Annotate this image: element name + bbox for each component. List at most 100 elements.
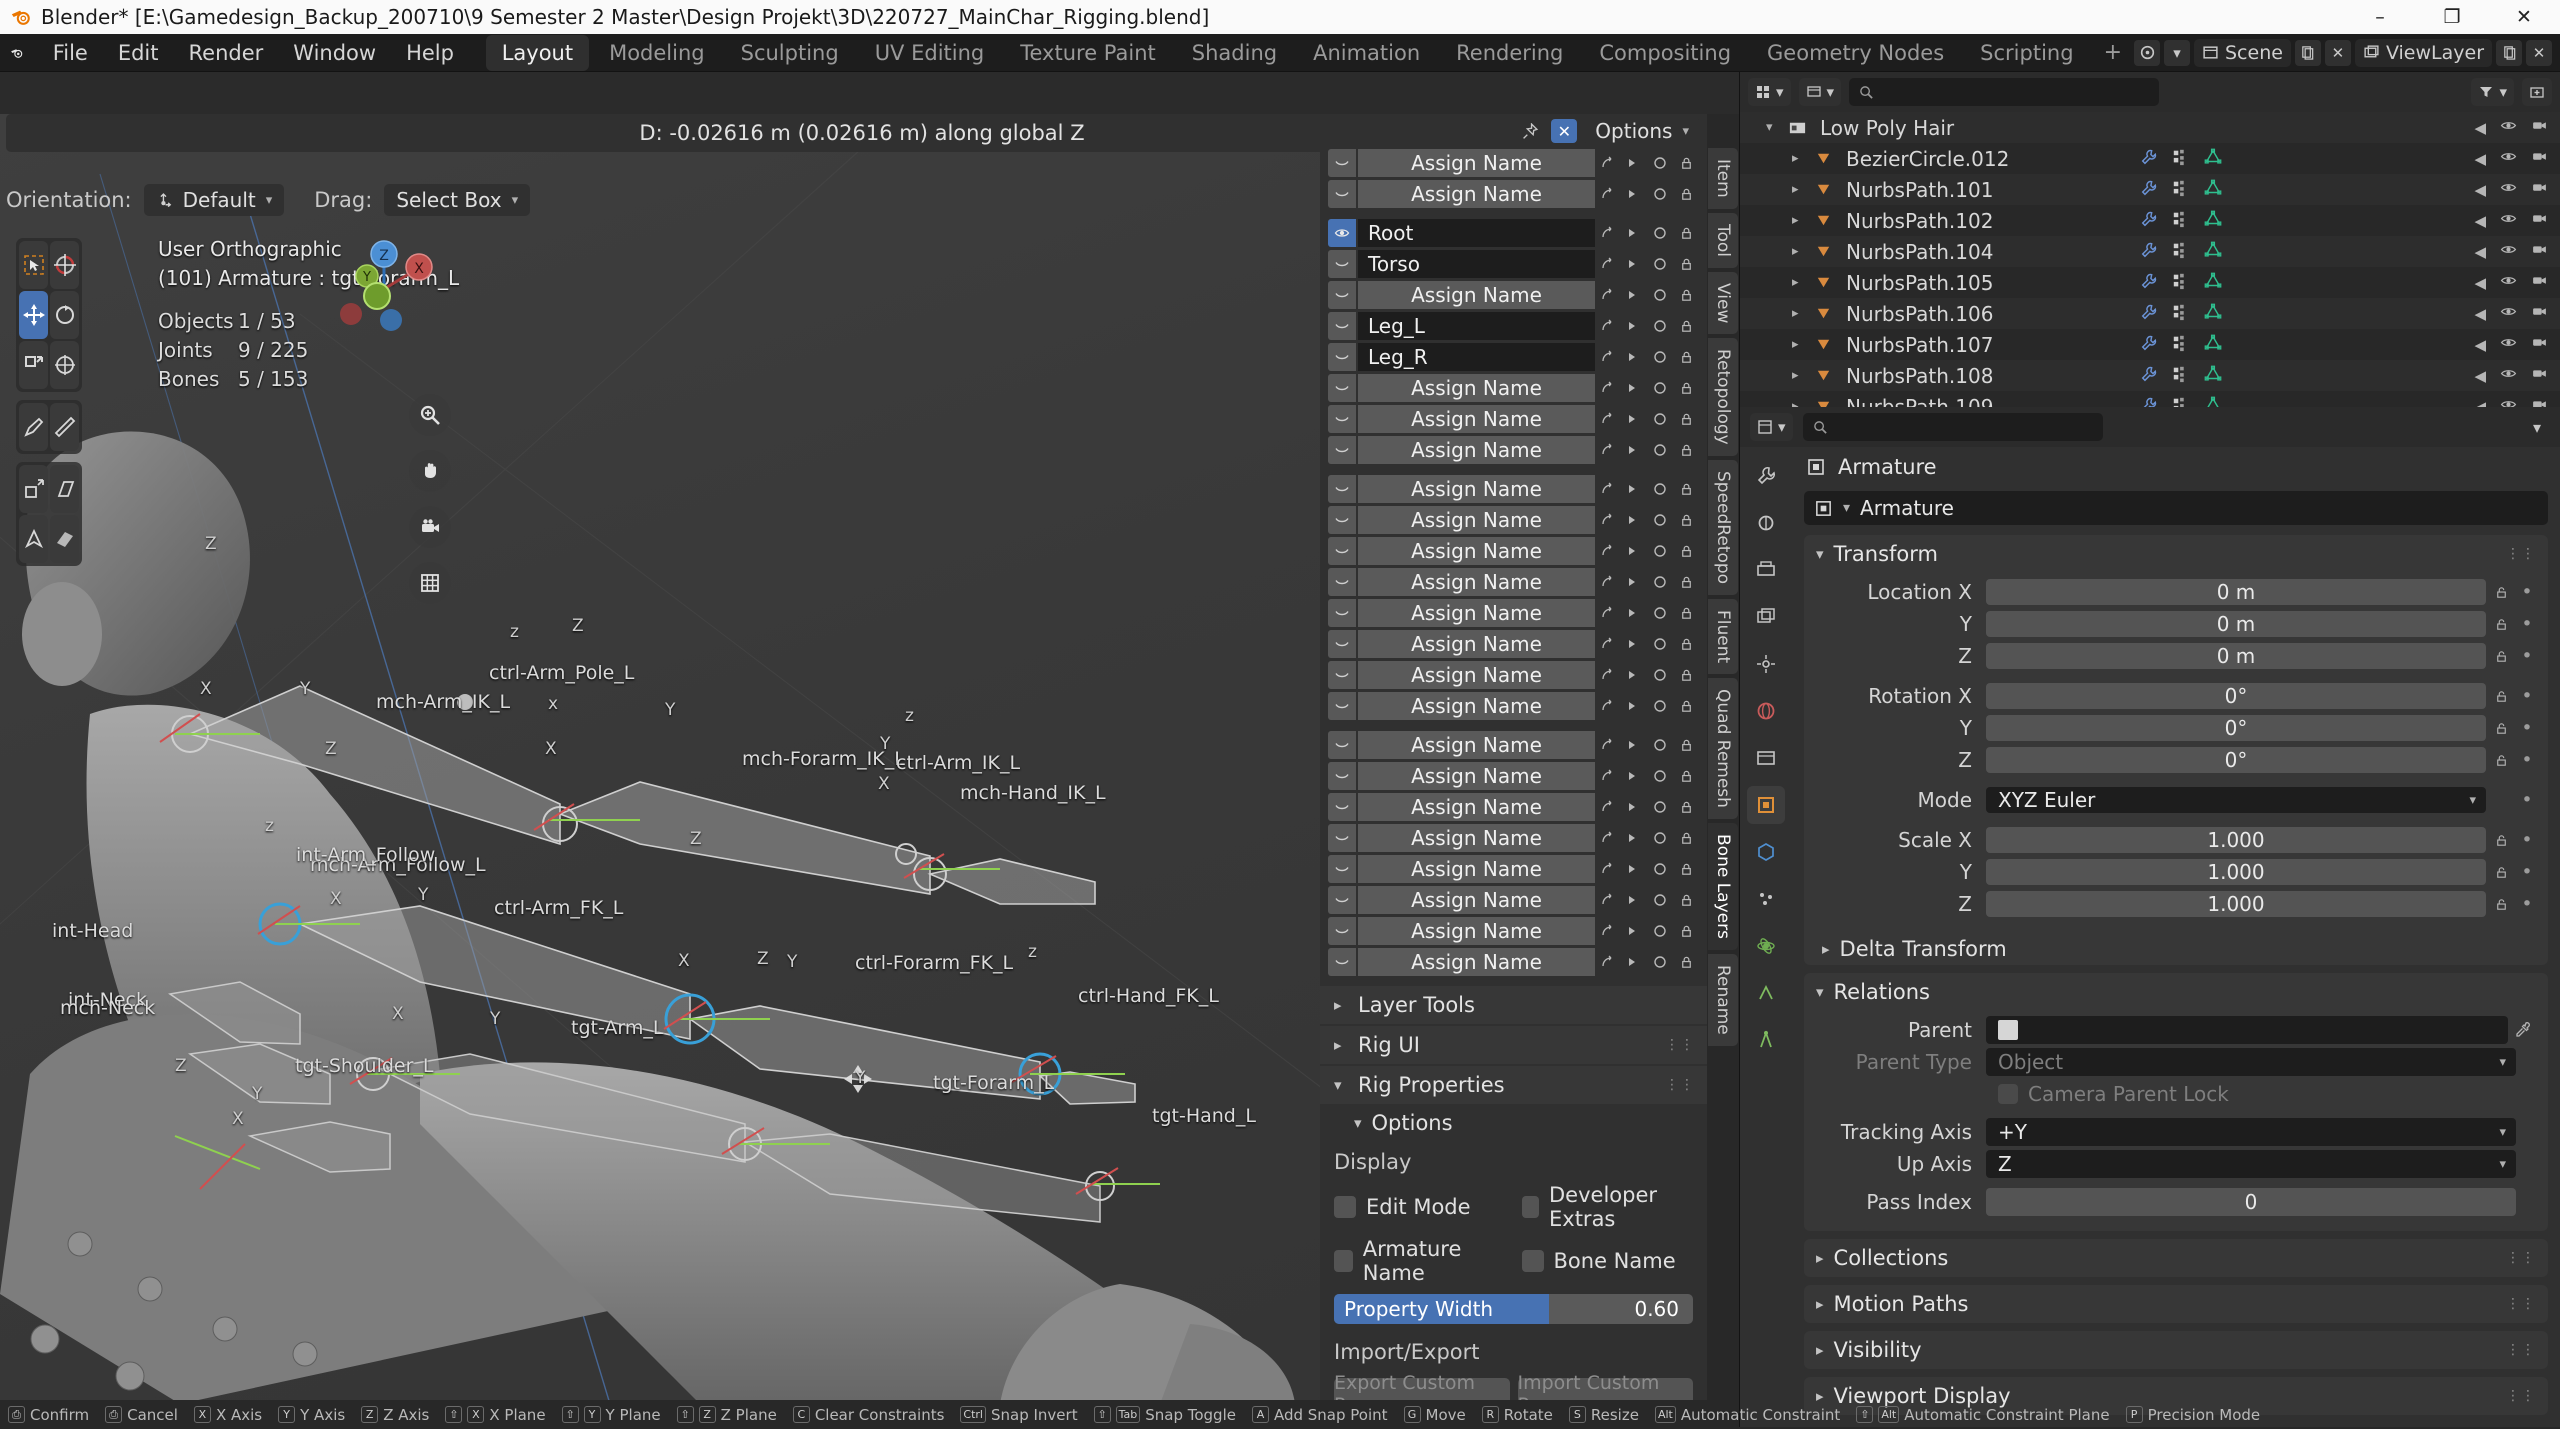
wrench-icon[interactable] (2140, 271, 2158, 295)
outliner-row[interactable]: ▸ NurbsPath.109 ◀ (1740, 391, 2560, 407)
lock-icon[interactable] (1673, 312, 1699, 340)
tab-render[interactable] (1747, 504, 1785, 542)
tool-cursor[interactable] (50, 241, 79, 289)
new-scene-icon[interactable] (2294, 39, 2321, 66)
circle-icon[interactable] (1647, 568, 1673, 596)
circle-icon[interactable] (1647, 475, 1673, 503)
camera-icon[interactable] (2531, 396, 2548, 407)
play-icon[interactable] (1621, 537, 1647, 565)
circle-icon[interactable] (1647, 405, 1673, 433)
tool-scale[interactable] (19, 341, 48, 389)
eye-icon[interactable] (2500, 334, 2517, 355)
filter-button[interactable]: ▾ (2471, 78, 2514, 106)
tab-data[interactable] (1747, 1021, 1785, 1059)
field-value[interactable]: 0° (1986, 715, 2486, 741)
play-icon[interactable] (1621, 475, 1647, 503)
play-icon[interactable] (1621, 281, 1647, 309)
mesh-data-icon[interactable] (2204, 271, 2222, 295)
layer-name-field[interactable]: Assign Name (1358, 948, 1595, 976)
drag-dropdown[interactable]: Select Box ▾ (384, 184, 531, 216)
layer-visibility-toggle[interactable] (1328, 599, 1356, 627)
link-icon[interactable] (1595, 180, 1621, 208)
lock-icon[interactable] (2486, 897, 2516, 912)
circle-icon[interactable] (1647, 506, 1673, 534)
mesh-data-icon[interactable] (2204, 147, 2222, 171)
outliner-search-input[interactable] (1849, 78, 2160, 106)
panel-transform-header[interactable]: ▾ Transform ⋮⋮ (1804, 535, 2548, 573)
tool-bone-roll[interactable] (19, 515, 48, 563)
field-value[interactable]: XYZ Euler ▾ (1986, 787, 2486, 813)
layer-visibility-toggle[interactable] (1328, 568, 1356, 596)
animate-property-dot[interactable]: • (2516, 749, 2538, 771)
circle-icon[interactable] (1647, 948, 1673, 976)
tool-tweak[interactable] (19, 241, 48, 289)
tab-output[interactable] (1747, 551, 1785, 589)
link-icon[interactable] (1595, 405, 1621, 433)
mesh-data-icon[interactable] (2204, 364, 2222, 388)
layer-name-field[interactable]: Assign Name (1358, 630, 1595, 658)
navigation-gizmo[interactable]: Z X Y (329, 234, 439, 344)
tool-shear[interactable] (50, 465, 79, 513)
layer-name-field[interactable]: Assign Name (1358, 506, 1595, 534)
object-name-field[interactable]: ▾ Armature (1804, 491, 2548, 525)
animate-property-dot[interactable]: • (2516, 893, 2538, 915)
layer-name-field[interactable]: Assign Name (1358, 793, 1595, 821)
layer-visibility-toggle[interactable] (1328, 731, 1356, 759)
play-icon[interactable] (1621, 824, 1647, 852)
play-icon[interactable] (1621, 149, 1647, 177)
add-workspace-button[interactable]: + (2092, 36, 2134, 69)
properties-search-input[interactable] (1802, 413, 2103, 441)
circle-icon[interactable] (1647, 537, 1673, 565)
layer-visibility-toggle[interactable] (1328, 180, 1356, 208)
layer-name-field[interactable]: Assign Name (1358, 281, 1595, 309)
link-icon[interactable] (1595, 886, 1621, 914)
layer-visibility-toggle[interactable] (1328, 793, 1356, 821)
npanel-tab-view[interactable]: View (1708, 271, 1738, 335)
npanel-tab-bone-layers[interactable]: Bone Layers (1708, 823, 1738, 950)
panel-collections[interactable]: ▸ Collections ⋮⋮ (1804, 1239, 2548, 1277)
tool-bone-size[interactable] (50, 515, 79, 563)
play-icon[interactable] (1621, 374, 1647, 402)
eye-icon[interactable] (2500, 396, 2517, 407)
link-icon[interactable] (1595, 506, 1621, 534)
lock-icon[interactable] (1673, 692, 1699, 720)
link-icon[interactable] (1595, 793, 1621, 821)
link-icon[interactable] (1595, 250, 1621, 278)
npanel-tab-tool[interactable]: Tool (1708, 212, 1738, 268)
circle-icon[interactable] (1647, 855, 1673, 883)
panel-rig-ui[interactable]: ▸ Rig UI ⋮⋮ (1320, 1026, 1707, 1064)
circle-icon[interactable] (1647, 149, 1673, 177)
tool-extrude[interactable] (19, 465, 48, 513)
wrench-icon[interactable] (2140, 364, 2158, 388)
disclosure-triangle-icon[interactable]: ▸ (1792, 151, 1814, 166)
tracking-axis-field[interactable]: +Y ▾ (1986, 1118, 2516, 1146)
modifier-icon[interactable] (2172, 333, 2190, 357)
outliner-row[interactable]: ▸ NurbsPath.105 ◀ (1740, 267, 2560, 298)
lock-icon[interactable] (1673, 568, 1699, 596)
filter-triangle-icon[interactable]: ◀ (2474, 336, 2486, 354)
play-icon[interactable] (1621, 180, 1647, 208)
filter-triangle-icon[interactable]: ◀ (2474, 398, 2486, 408)
link-icon[interactable] (1595, 661, 1621, 689)
panel-options-sub[interactable]: ▾ Options (1320, 1106, 1707, 1140)
modifier-icon[interactable] (2172, 147, 2190, 171)
checkbox-bone-name[interactable]: Bone Name (1521, 1237, 1694, 1285)
modifier-icon[interactable] (2172, 178, 2190, 202)
lock-icon[interactable] (1673, 599, 1699, 627)
lock-icon[interactable] (1673, 281, 1699, 309)
wrench-icon[interactable] (2140, 147, 2158, 171)
play-icon[interactable] (1621, 568, 1647, 596)
npanel-tab-item[interactable]: Item (1708, 148, 1738, 209)
link-icon[interactable] (1595, 149, 1621, 177)
layer-visibility-toggle[interactable] (1328, 405, 1356, 433)
filter-triangle-icon[interactable]: ◀ (2474, 119, 2486, 137)
eye-icon[interactable] (2500, 179, 2517, 200)
layer-visibility-toggle[interactable] (1328, 661, 1356, 689)
circle-icon[interactable] (1647, 731, 1673, 759)
layer-name-field[interactable]: Assign Name (1358, 855, 1595, 883)
circle-icon[interactable] (1647, 312, 1673, 340)
link-icon[interactable] (1595, 630, 1621, 658)
tab-modifiers[interactable] (1747, 833, 1785, 871)
play-icon[interactable] (1621, 599, 1647, 627)
scene-browse-icon[interactable] (2134, 39, 2160, 66)
